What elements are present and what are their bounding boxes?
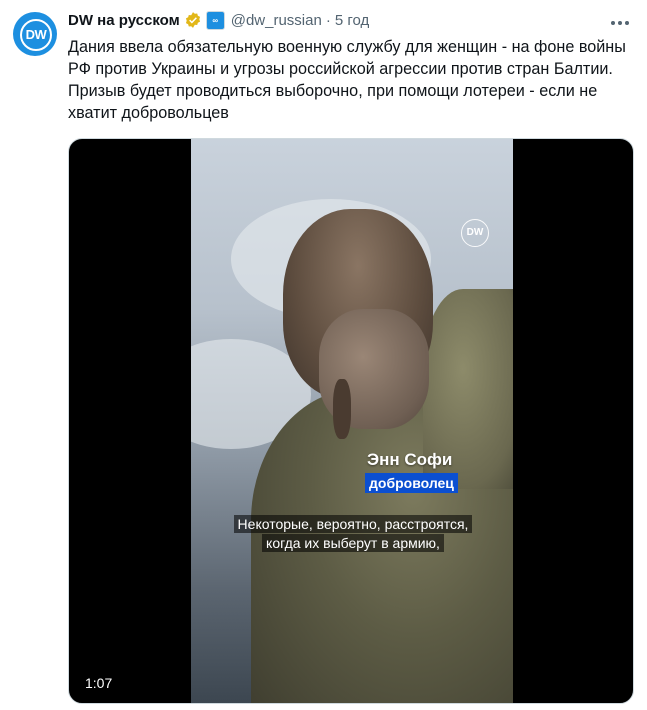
tweet-text: Дания ввела обязательную военную службу … (68, 38, 626, 122)
avatar[interactable]: DW (13, 12, 57, 56)
tweet-header: DW на русском ∞ @dw_russian · 5 год (68, 8, 369, 32)
soldier-braid (333, 379, 351, 439)
subtitle-line-2: когда их выберут в армию, (262, 534, 444, 552)
dw-logo: DW (20, 19, 52, 51)
video-frame: DW Энн Софи доброволец Некоторые, вероят… (191, 139, 513, 703)
tweet[interactable]: DW DW на русском ∞ @dw_russian · 5 год Д… (0, 0, 647, 710)
subtitle-line-1: Некоторые, вероятно, расстроятся, (233, 515, 473, 533)
video-duration: 1:07 (85, 675, 113, 691)
video-subtitle: Некоторые, вероятно, расстроятся, когда … (231, 515, 475, 553)
author-handle[interactable]: @dw_russian (231, 12, 322, 29)
more-options-icon[interactable] (609, 12, 633, 30)
video-player[interactable]: DW Энн Софи доброволец Некоторые, вероят… (68, 138, 634, 704)
person-role-label: доброволец (365, 473, 458, 493)
separator-dot: · (325, 11, 331, 29)
dw-watermark-icon: DW (461, 219, 489, 247)
affiliate-badge-icon: ∞ (205, 10, 225, 30)
tweet-timestamp[interactable]: 5 год (335, 12, 369, 29)
verified-badge-icon (185, 12, 200, 28)
person-name-label: Энн Софи (367, 450, 453, 469)
author-name[interactable]: DW на русском (68, 12, 180, 29)
